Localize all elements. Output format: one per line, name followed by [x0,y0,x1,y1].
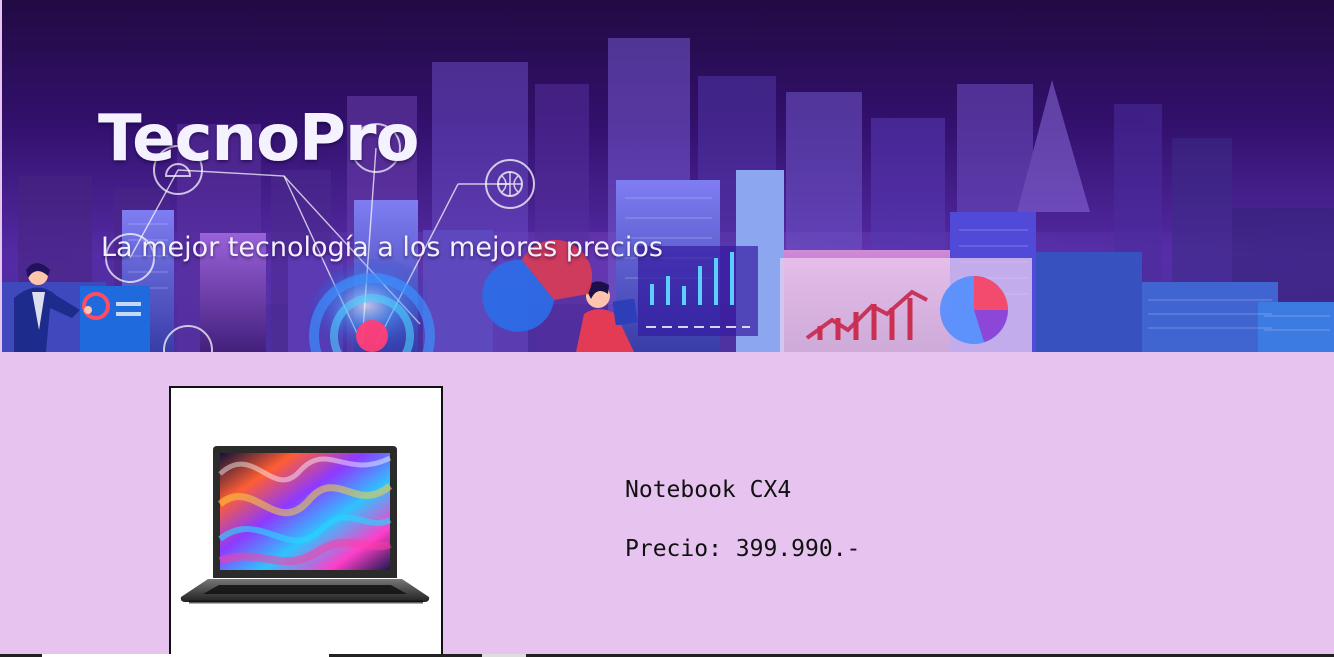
hero-banner: TecnoPro La mejor tecnología a los mejor… [2,0,1334,352]
brand-title: TecnoPro [98,102,419,176]
product-name: Notebook CX4 [625,477,792,503]
laptop-screen [220,453,390,570]
brand-tagline: La mejor tecnología a los mejores precio… [101,232,663,263]
product-section: Notebook CX4 Precio: 399.990.- [0,352,1334,657]
tecnopro-page: TecnoPro La mejor tecnología a los mejor… [0,0,1334,657]
laptop-keyboard [203,585,407,594]
hero-tech-city-illustration [2,0,1334,352]
product-details: Notebook CX4 Precio: 399.990.- [625,477,860,563]
product-image-card[interactable] [169,386,443,657]
product-price: Precio: 399.990.- [625,535,861,562]
laptop-image [171,388,441,657]
